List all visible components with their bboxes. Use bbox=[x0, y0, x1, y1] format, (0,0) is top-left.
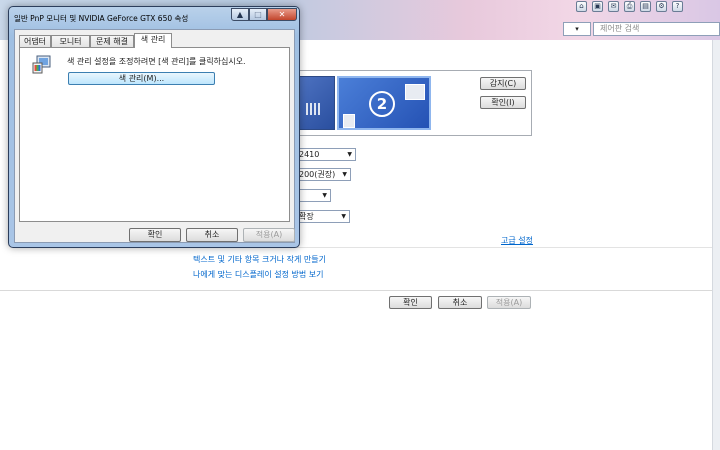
chevron-down-icon: ▼ bbox=[347, 151, 352, 158]
chevron-down-icon: ▼ bbox=[341, 213, 346, 220]
apply-button[interactable]: 적용(A) bbox=[487, 296, 531, 309]
tab-troubleshoot[interactable]: 문제 해결 bbox=[90, 35, 134, 47]
dialog-cancel-button[interactable]: 취소 bbox=[186, 228, 238, 242]
orientation-select[interactable]: ▼ bbox=[296, 189, 331, 202]
maximize-icon[interactable]: □ bbox=[249, 8, 267, 21]
multiple-displays-select[interactable]: 확장 ▼ bbox=[296, 210, 350, 223]
display-settings-help-link[interactable]: 나에게 맞는 디스플레이 설정 방법 보기 bbox=[193, 269, 323, 280]
home-icon[interactable]: ⌂ bbox=[576, 1, 587, 12]
multiple-displays-select-value: 확장 bbox=[299, 212, 314, 221]
mail-icon[interactable]: ✉ bbox=[608, 1, 619, 12]
minimize-icon[interactable]: ▲ bbox=[231, 8, 249, 21]
text-size-link[interactable]: 텍스트 및 기타 항목 크거나 작게 만들기 bbox=[193, 254, 326, 265]
color-management-button[interactable]: 색 관리(M)... bbox=[68, 72, 215, 85]
advanced-settings-link[interactable]: 고급 설정 bbox=[501, 235, 533, 246]
tab-monitor[interactable]: 모니터 bbox=[51, 35, 90, 47]
display-select[interactable]: 2410 ▼ bbox=[296, 148, 356, 161]
tab-adapter[interactable]: 어댑터 bbox=[19, 35, 51, 47]
toolbar-icons: ⌂ ▣ ✉ ⎙ ▤ ⚙ ? bbox=[570, 0, 720, 14]
ok-button[interactable]: 확인 bbox=[389, 296, 432, 309]
monitor-properties-dialog: 일반 PnP 모니터 및 NVIDIA GeForce GTX 650 속성 ▲… bbox=[8, 6, 300, 248]
chevron-down-icon: ▼ bbox=[322, 192, 327, 199]
taskbar-icon bbox=[306, 103, 320, 115]
print-icon[interactable]: ⎙ bbox=[624, 1, 635, 12]
page-icon[interactable]: ▤ bbox=[640, 1, 651, 12]
dialog-ok-button[interactable]: 확인 bbox=[129, 228, 181, 242]
identify-button[interactable]: 확인(I) bbox=[480, 96, 526, 109]
color-management-panel: 색 관리 설정을 조정하려면 [색 관리]를 클릭하십시오. 색 관리(M)..… bbox=[19, 47, 290, 222]
divider bbox=[0, 290, 712, 291]
monitor-1-thumbnail[interactable] bbox=[295, 76, 335, 130]
tab-color-management[interactable]: 색 관리 bbox=[134, 33, 172, 48]
vertical-scrollbar[interactable] bbox=[712, 40, 720, 450]
window-preview-icon bbox=[405, 84, 425, 100]
cancel-button[interactable]: 취소 bbox=[438, 296, 482, 309]
search-input[interactable]: 제어판 검색 bbox=[593, 22, 720, 36]
monitor-2-thumbnail[interactable]: 2 bbox=[337, 76, 431, 130]
detect-button[interactable]: 감지(C) bbox=[480, 77, 526, 90]
color-management-icon bbox=[32, 55, 51, 74]
close-icon[interactable]: ✕ bbox=[267, 8, 297, 21]
tools-icon[interactable]: ⚙ bbox=[656, 1, 667, 12]
resolution-select-value: 200(권장) bbox=[299, 170, 336, 179]
display-select-value: 2410 bbox=[299, 150, 320, 159]
document-icon bbox=[343, 114, 355, 128]
chevron-down-icon: ▼ bbox=[342, 171, 347, 178]
resolution-select[interactable]: 200(권장) ▼ bbox=[296, 168, 351, 181]
dialog-title: 일반 PnP 모니터 및 NVIDIA GeForce GTX 650 속성 bbox=[14, 14, 189, 23]
monitor-number-label: 2 bbox=[369, 91, 395, 117]
color-management-instruction: 색 관리 설정을 조정하려면 [색 관리]를 클릭하십시오. bbox=[67, 57, 246, 66]
address-dropdown-arrow[interactable]: ▾ bbox=[563, 22, 591, 36]
dialog-apply-button[interactable]: 적용(A) bbox=[243, 228, 295, 242]
help-icon[interactable]: ? bbox=[672, 1, 683, 12]
dialog-body: 어댑터 모니터 문제 해결 색 관리 색 관리 설정을 조정하려면 [색 관리]… bbox=[14, 29, 295, 243]
feed-icon[interactable]: ▣ bbox=[592, 1, 603, 12]
